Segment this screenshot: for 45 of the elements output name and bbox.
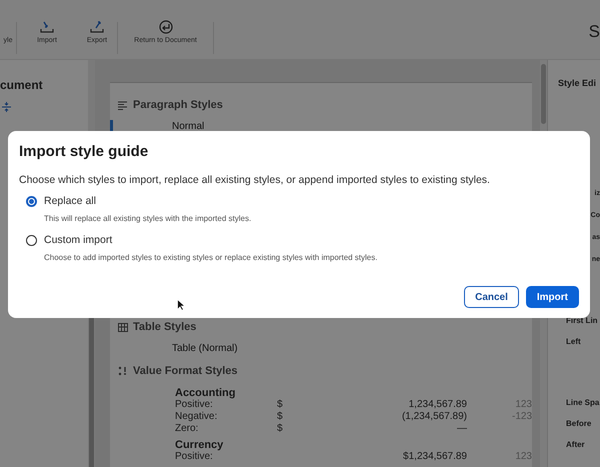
- option-label[interactable]: Custom import: [44, 234, 112, 246]
- property-label: Line Spa: [566, 398, 600, 409]
- format-value: 1,234,567.89: [408, 399, 467, 411]
- option-hint: This will replace all existing styles with the imported styles.: [44, 214, 252, 223]
- section-title: Table Styles: [133, 321, 196, 333]
- scrollbar-thumb[interactable]: [541, 64, 546, 124]
- collapse-icon: [2, 102, 11, 112]
- style-item[interactable]: Table (Normal): [172, 342, 238, 354]
- format-label: Negative:: [175, 411, 218, 423]
- radio-button[interactable]: [26, 234, 37, 246]
- dialog-description: Choose which styles to import, replace all existing styles, or append imported styles to existing styles.: [19, 174, 491, 186]
- option-label[interactable]: Replace all: [44, 195, 96, 207]
- table-icon: [118, 322, 128, 332]
- format-icon: [118, 366, 128, 376]
- import-button[interactable]: Import: [526, 286, 579, 308]
- format-value: —: [456, 423, 467, 435]
- cancel-button[interactable]: Cancel: [464, 286, 519, 308]
- format-label: Positive:: [175, 451, 214, 463]
- option-hint: Choose to add imported styles to existing styles or replace existing styles with imported styles.: [44, 253, 378, 262]
- format-label: Zero:: [175, 423, 200, 435]
- format-value: (1,234,567.89): [400, 411, 467, 423]
- radio-button[interactable]: [26, 196, 37, 206]
- property-label: After: [566, 440, 585, 451]
- dialog-title: Import style guide: [19, 143, 150, 160]
- return-arrow-icon: [158, 20, 172, 34]
- format-label: Positive:: [175, 399, 214, 411]
- upload-tray-icon: [90, 20, 104, 34]
- format-name: Accounting: [175, 387, 236, 399]
- panel-title: Style Edi: [558, 78, 598, 90]
- selection-marker: [110, 120, 113, 132]
- format-name: Currency: [175, 439, 224, 451]
- property-label: Before: [566, 419, 592, 430]
- section-title: Value Format Styles: [133, 365, 238, 377]
- currency-symbol: $: [277, 399, 284, 411]
- format-value: $1,234,567.89: [402, 451, 467, 463]
- paragraph-icon: [118, 100, 128, 110]
- mouse-pointer-icon: [177, 299, 185, 311]
- currency-symbol: $: [277, 423, 284, 435]
- currency-symbol: $: [277, 411, 284, 423]
- page-title: S: [588, 22, 600, 42]
- panel-title: cument: [0, 78, 44, 92]
- property-label: Left: [566, 337, 581, 348]
- style-item[interactable]: Normal: [172, 120, 204, 132]
- section-title: Paragraph Styles: [133, 99, 223, 111]
- download-tray-icon: [40, 20, 54, 34]
